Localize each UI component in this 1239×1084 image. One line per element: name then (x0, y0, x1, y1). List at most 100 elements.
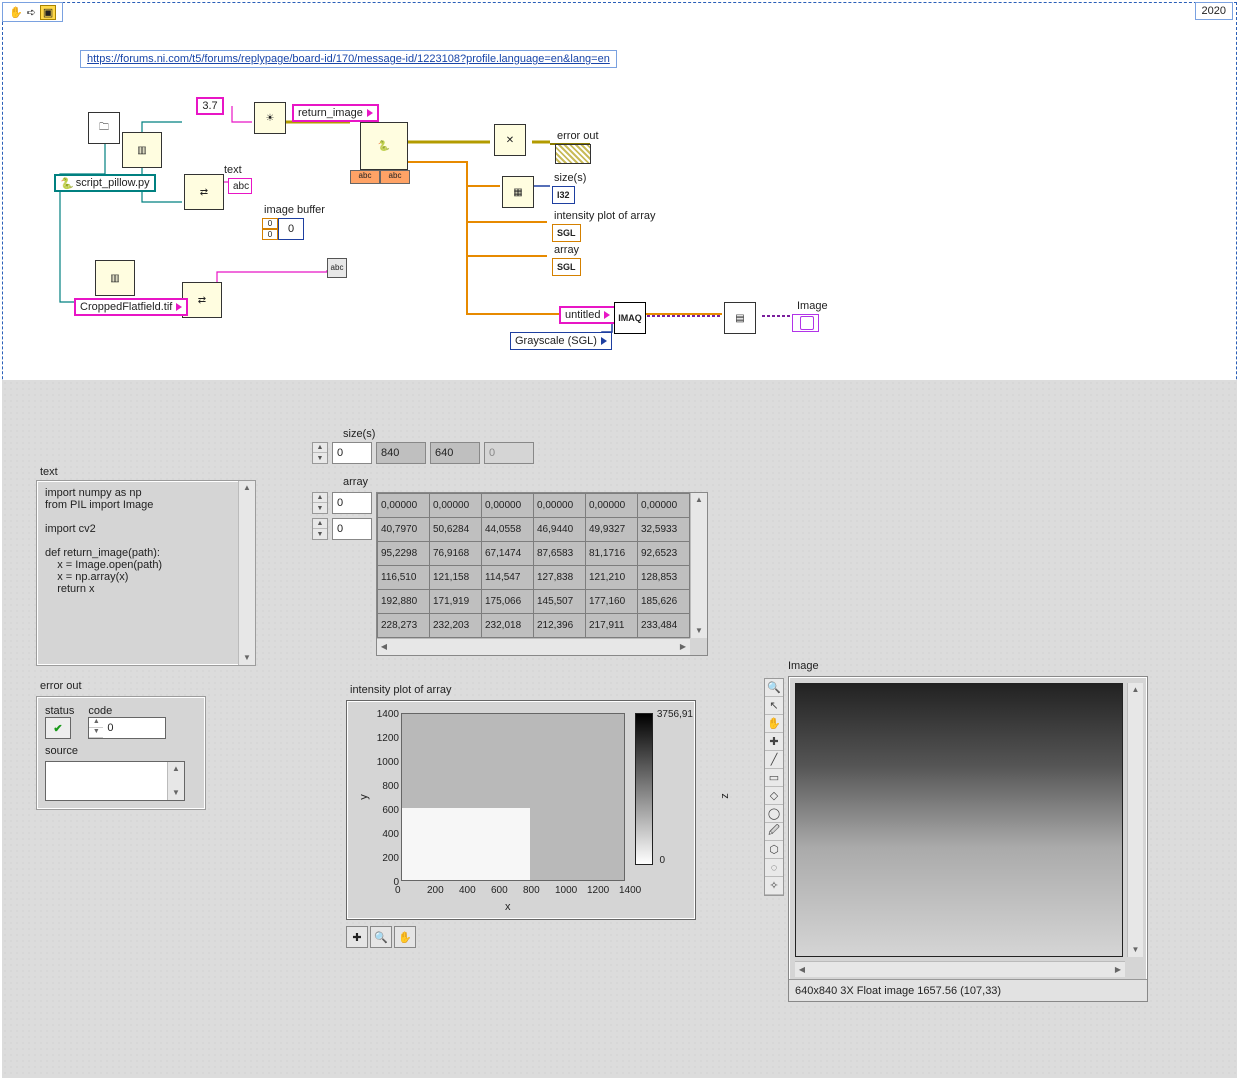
array-cell: 177,160 (586, 590, 638, 614)
status-led: ✔ (45, 717, 71, 739)
array-cell: 76,9168 (430, 542, 482, 566)
path-to-string-icon[interactable]: ⇄ (184, 174, 224, 210)
array-cell: 127,838 (534, 566, 586, 590)
array-control[interactable]: ▲▼0 ▲▼0 0,000000,000000,000000,000000,00… (312, 492, 708, 656)
sizes-v1: 640 (430, 442, 480, 464)
hand-icon: ✋ (765, 715, 783, 733)
highlight-icon[interactable]: ▣ (40, 5, 56, 20)
build-path-node-2-icon[interactable]: ▥ (95, 260, 135, 296)
error-out-terminal-icon (555, 144, 591, 164)
close-session-icon[interactable]: ✕ (494, 124, 526, 156)
array-cell: 95,2298 (378, 542, 430, 566)
array-cell: 0,00000 (378, 494, 430, 518)
image-tool-palette[interactable]: 🔍 ↖ ✋ ✚ ╱ ▭ ◇ ◯ 🖉 ⬡ ◌ ✧ (764, 678, 784, 896)
status-label: status (45, 705, 74, 717)
forum-link-border: https://forums.ni.com/t5/forums/replypag… (80, 50, 617, 68)
array-cell: 185,626 (638, 590, 690, 614)
sizes-index-spinner[interactable]: ▲▼ (312, 442, 328, 464)
script-path-constant: 🐍script_pillow.py (54, 174, 156, 192)
array-cell: 0,00000 (638, 494, 690, 518)
zoom-icon: 🔍 (765, 679, 783, 697)
array-hscroll[interactable]: ◀▶ (377, 638, 690, 655)
array-cell: 0,00000 (586, 494, 638, 518)
ytick: 1200 (373, 733, 399, 744)
rect-icon: ▭ (765, 769, 783, 787)
sizes-index[interactable]: 0 (332, 442, 372, 464)
python-tabs: abc abc (350, 170, 410, 184)
xlabel: x (505, 901, 511, 913)
zmin: 0 (659, 855, 665, 866)
array-to-image-icon[interactable]: ▤ (724, 302, 756, 334)
text-terminal-icon: abc (228, 178, 252, 194)
array-cell: 128,853 (638, 566, 690, 590)
zmax: 3756,91 (657, 709, 693, 720)
error-out-label: error out (557, 130, 599, 142)
grayscale-ring[interactable]: Grayscale (SGL) (510, 332, 612, 350)
array-cell: 49,9327 (586, 518, 638, 542)
intensity-plot-label: intensity plot of array (554, 210, 656, 222)
build-path-node-icon[interactable]: ▥ (122, 132, 162, 168)
ytick: 1000 (373, 757, 399, 768)
arrow-icon[interactable]: ➪ (27, 6, 36, 19)
array-cell: 81,1716 (586, 542, 638, 566)
array-cell: 121,158 (430, 566, 482, 590)
text-scrollbar[interactable]: ▲▼ (238, 481, 255, 665)
array-size-icon[interactable]: ▦ (502, 176, 534, 208)
cursor-tool-icon: ✚ (346, 926, 368, 948)
image-buffer-constant[interactable]: 0 0 0 (262, 218, 304, 240)
code-field[interactable]: ▲▼ 0 (88, 717, 166, 739)
array-cell: 0,00000 (534, 494, 586, 518)
brightness-constant: 3.7 (196, 97, 224, 115)
text-indicator: import numpy as np from PIL import Image… (36, 480, 256, 666)
source-field[interactable]: ▲▼ (45, 761, 185, 801)
imaq-create-icon[interactable]: IMAQ (614, 302, 646, 334)
flatfield-path-constant: CroppedFlatfield.tif (74, 298, 188, 316)
image-vscroll[interactable]: ▲▼ (1127, 683, 1143, 957)
crosshair-icon: ✚ (765, 733, 783, 751)
pan-tool-icon[interactable]: ✋ (9, 6, 23, 19)
ylabel: y (358, 794, 370, 800)
image-out-label: Image (797, 300, 828, 312)
array-cell: 121,210 (586, 566, 638, 590)
wand-icon: ✧ (765, 877, 783, 895)
array-cell: 175,066 (482, 590, 534, 614)
xtick: 400 (459, 885, 476, 896)
code-label: code (88, 705, 166, 717)
annulus-icon: ◌ (765, 859, 783, 877)
python-node-icon[interactable]: 🐍 (360, 122, 408, 170)
graph-palette[interactable]: ✚ 🔍 ✋ (346, 926, 416, 948)
array-cell: 32,5933 (638, 518, 690, 542)
image-display[interactable]: ▲▼ ◀▶ 640x840 3X Float image 1657.56 (10… (788, 676, 1148, 1002)
ytick: 400 (373, 829, 399, 840)
pointer-icon: ↖ (765, 697, 783, 715)
intensity-fp-label: intensity plot of array (350, 684, 452, 696)
sizes-fp-label: size(s) (343, 428, 375, 440)
block-diagram: https://forums.ni.com/t5/forums/replypag… (2, 22, 1237, 378)
to-string-icon[interactable]: abc (327, 258, 347, 278)
forum-link[interactable]: https://forums.ni.com/t5/forums/replypag… (87, 53, 610, 65)
array-label: array (554, 244, 579, 256)
array-fp-label: array (343, 476, 368, 488)
toolbar-icons: ✋ ➪ ▣ (2, 2, 63, 22)
xtick: 600 (491, 885, 508, 896)
untitled-constant: untitled (559, 306, 616, 324)
return-image-label: return_image (292, 104, 379, 122)
sizes-control[interactable]: ▲▼ 0 840 640 0 (312, 442, 534, 464)
intensity-graph[interactable]: 1400120010008006004002000 y 020040060080… (346, 700, 696, 920)
polygon-icon: ⬡ (765, 841, 783, 859)
rot-rect-icon: ◇ (765, 787, 783, 805)
array-cell: 116,510 (378, 566, 430, 590)
zoom-tool-icon: 🔍 (370, 926, 392, 948)
freehand-icon: 🖉 (765, 823, 783, 841)
text-wire-label: text (224, 164, 242, 176)
file-dialog-icon[interactable]: 🗀 (88, 112, 120, 144)
array-cell: 192,880 (378, 590, 430, 614)
array-cell: 232,018 (482, 614, 534, 638)
image-hscroll[interactable]: ◀▶ (795, 961, 1125, 977)
brightness-node-icon[interactable]: ☀ (254, 102, 286, 134)
array-cell: 0,00000 (482, 494, 534, 518)
error-fp-label: error out (40, 680, 82, 692)
array-cell: 50,6284 (430, 518, 482, 542)
image-fp-label: Image (788, 660, 819, 672)
array-vscroll[interactable]: ▲▼ (690, 493, 707, 638)
